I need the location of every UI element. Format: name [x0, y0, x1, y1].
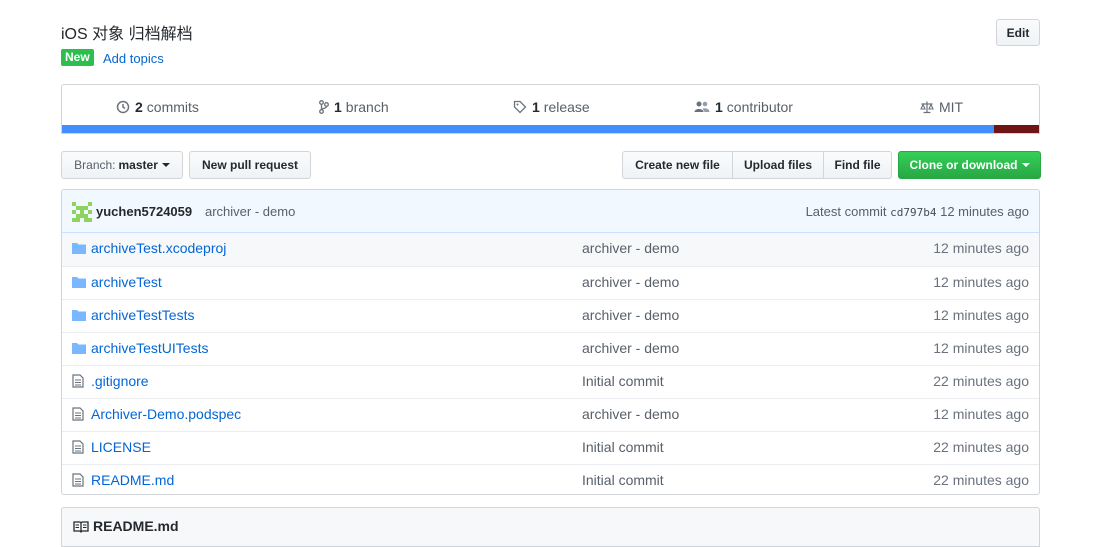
clone-label: Clone or download [909, 158, 1018, 172]
add-topics-link[interactable]: Add topics [103, 51, 164, 66]
caret-down-icon [161, 163, 170, 167]
file-commit-message-link[interactable]: archiver - demo [582, 307, 679, 323]
commit-message-link[interactable]: archiver - demo [205, 204, 295, 219]
file-commit-message-link[interactable]: archiver - demo [582, 240, 679, 256]
branches-link[interactable]: 1 branch [319, 97, 389, 117]
upload-files-button[interactable]: Upload files [732, 151, 824, 179]
readme-header: README.md [61, 507, 1040, 547]
file-row[interactable]: .gitignore Initial commit 22 minutes ago [62, 365, 1039, 398]
law-icon [920, 101, 934, 114]
branches-label: branch [345, 99, 389, 115]
commits-link[interactable]: 2 commits [116, 97, 199, 117]
license-label: MIT [939, 99, 964, 115]
file-name-link[interactable]: .gitignore [91, 373, 149, 389]
folder-icon [72, 341, 86, 357]
file-age: 12 minutes ago [933, 406, 1029, 422]
file-name-link[interactable]: archiveTestTests [91, 307, 194, 323]
branch-select-button[interactable]: Branch: master [61, 151, 183, 179]
commit-sha-link[interactable]: cd797b4 [890, 206, 936, 219]
folder-icon [72, 275, 86, 291]
branches-count: 1 [334, 99, 342, 115]
file-commit-message-link[interactable]: archiver - demo [582, 274, 679, 290]
file-commit-message-link[interactable]: archiver - demo [582, 406, 679, 422]
file-commit-message-link[interactable]: Initial commit [582, 439, 664, 455]
file-name-link[interactable]: Archiver-Demo.podspec [91, 406, 241, 422]
file-text-icon [72, 374, 84, 391]
language-bar[interactable] [62, 125, 1039, 133]
file-row[interactable]: LICENSE Initial commit 22 minutes ago [62, 431, 1039, 464]
create-new-file-button[interactable]: Create new file [622, 151, 733, 179]
file-age: 22 minutes ago [933, 373, 1029, 389]
latest-commit-age: 12 minutes ago [940, 204, 1029, 219]
language-segment-secondary[interactable] [994, 125, 1039, 133]
file-name-link[interactable]: LICENSE [91, 439, 151, 455]
file-text-icon [72, 473, 84, 490]
file-age: 12 minutes ago [933, 307, 1029, 323]
file-age: 12 minutes ago [933, 340, 1029, 356]
caret-down-icon [1021, 163, 1030, 167]
file-age: 12 minutes ago [933, 274, 1029, 290]
file-name-link[interactable]: archiveTestUITests [91, 340, 208, 356]
contributors-count: 1 [715, 99, 723, 115]
file-commit-message-link[interactable]: Initial commit [582, 472, 664, 488]
people-icon [694, 101, 710, 112]
latest-commit-info: Latest commit cd797b4 12 minutes ago [806, 204, 1029, 219]
new-pull-request-button[interactable]: New pull request [189, 151, 311, 179]
language-segment-primary[interactable] [62, 125, 995, 133]
branch-prefix: Branch: [74, 158, 116, 172]
file-row[interactable]: archiveTestUITests archiver - demo 12 minu… [62, 332, 1039, 365]
commit-author-link[interactable]: yuchen5724059 [96, 204, 192, 219]
file-text-icon [72, 407, 84, 424]
readme-title: README.md [93, 518, 179, 534]
clone-or-download-button[interactable]: Clone or download [898, 151, 1041, 179]
history-icon [116, 100, 130, 114]
tag-icon [513, 100, 527, 114]
releases-count: 1 [532, 99, 540, 115]
new-badge: New [61, 49, 94, 66]
folder-icon [72, 308, 86, 324]
latest-commit-prefix: Latest commit [805, 204, 887, 219]
file-age: 22 minutes ago [933, 439, 1029, 455]
avatar[interactable] [72, 202, 92, 222]
commits-label: commits [146, 99, 199, 115]
numbers-summary: 2 commits 1 branch 1 release 1 contribut… [61, 84, 1040, 134]
file-name-link[interactable]: README.md [91, 472, 174, 488]
find-file-button[interactable]: Find file [823, 151, 892, 179]
releases-label: release [543, 99, 590, 115]
contributors-label: contributor [726, 99, 793, 115]
file-row[interactable]: archiveTest archiver - demo 12 minutes ago [62, 266, 1039, 299]
branch-icon [319, 100, 329, 114]
file-text-icon [72, 440, 84, 457]
file-list: yuchen5724059 archiver - demo Latest com… [61, 189, 1040, 495]
branch-name: master [118, 158, 158, 172]
file-commit-message-link[interactable]: archiver - demo [582, 340, 679, 356]
file-row[interactable]: README.md Initial commit 22 minutes ago [62, 464, 1039, 494]
file-age: 12 minutes ago [933, 240, 1029, 256]
file-name-link[interactable]: archiveTest.xcodeproj [91, 240, 226, 256]
book-icon [73, 521, 89, 533]
folder-icon [72, 241, 86, 257]
commits-count: 2 [135, 99, 143, 115]
file-name-link[interactable]: archiveTest [91, 274, 162, 290]
file-commit-message-link[interactable]: Initial commit [582, 373, 664, 389]
file-row[interactable]: archiveTest.xcodeproj archiver - demo 12 m… [62, 233, 1039, 266]
repo-description: iOS 对象 归档解档 [61, 26, 193, 43]
releases-link[interactable]: 1 release [513, 97, 590, 117]
file-age: 22 minutes ago [933, 472, 1029, 488]
edit-button[interactable]: Edit [996, 19, 1040, 46]
file-row[interactable]: archiveTestTests archiver - demo 12 minute… [62, 299, 1039, 332]
license-link[interactable]: MIT [920, 97, 963, 117]
contributors-link[interactable]: 1 contributor [694, 97, 793, 117]
latest-commit-bar: yuchen5724059 archiver - demo Latest com… [62, 190, 1039, 233]
file-row[interactable]: Archiver-Demo.podspec archiver - demo 12 m… [62, 398, 1039, 431]
